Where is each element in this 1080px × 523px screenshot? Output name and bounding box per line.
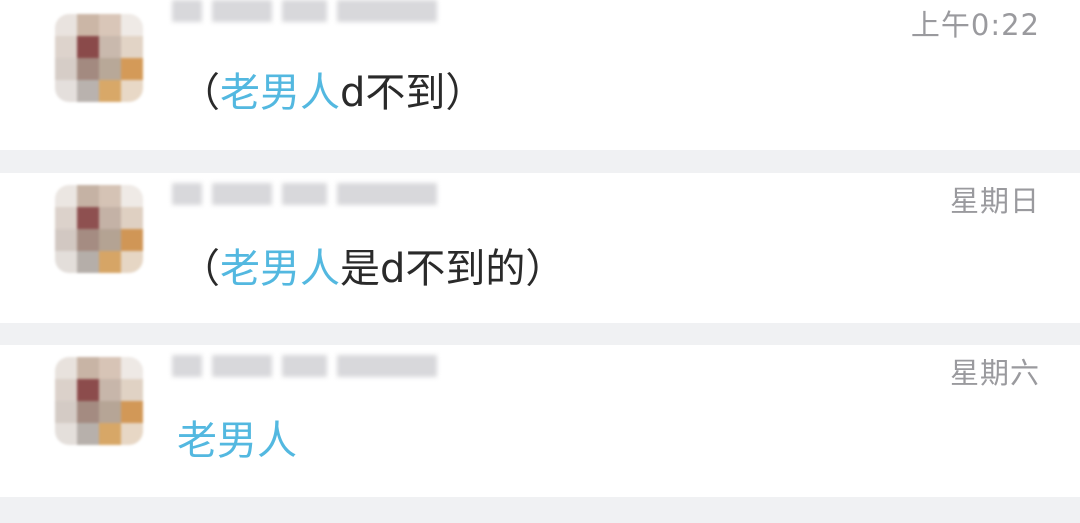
- conversation-item[interactable]: 星期六 老男人: [0, 345, 1080, 497]
- timestamp: 星期日: [949, 184, 1040, 218]
- avatar[interactable]: [55, 14, 143, 102]
- timestamp: 上午0:22: [910, 8, 1040, 42]
- avatar[interactable]: [55, 185, 143, 273]
- timestamp: 星期六: [949, 356, 1040, 390]
- message-text: d不到: [340, 70, 446, 116]
- contact-name-redacted: [172, 177, 437, 211]
- contact-name-redacted: [172, 0, 437, 28]
- message-preview: （老男人d不到）: [180, 60, 485, 118]
- conversation-item[interactable]: 上午0:22 （老男人d不到）: [0, 0, 1080, 150]
- conversation-item[interactable]: 星期日 （老男人是d不到的）: [0, 173, 1080, 323]
- mention: 老男人: [220, 246, 340, 292]
- mention: 老男人: [220, 70, 340, 116]
- message-text: 是d不到的: [340, 246, 526, 292]
- message-preview: （老男人是d不到的）: [180, 236, 565, 294]
- avatar[interactable]: [55, 357, 143, 445]
- paren-close: ）: [445, 70, 486, 116]
- contact-name-redacted: [172, 349, 437, 383]
- conversation-list: 上午0:22 （老男人d不到） 星期日 （老男人是d不到的） 星期六 老男人: [0, 0, 1080, 523]
- message-preview: 老男人: [177, 408, 297, 466]
- paren-open: （: [180, 246, 220, 292]
- paren-close: ）: [525, 246, 566, 292]
- mention: 老男人: [177, 418, 297, 464]
- paren-open: （: [180, 70, 220, 116]
